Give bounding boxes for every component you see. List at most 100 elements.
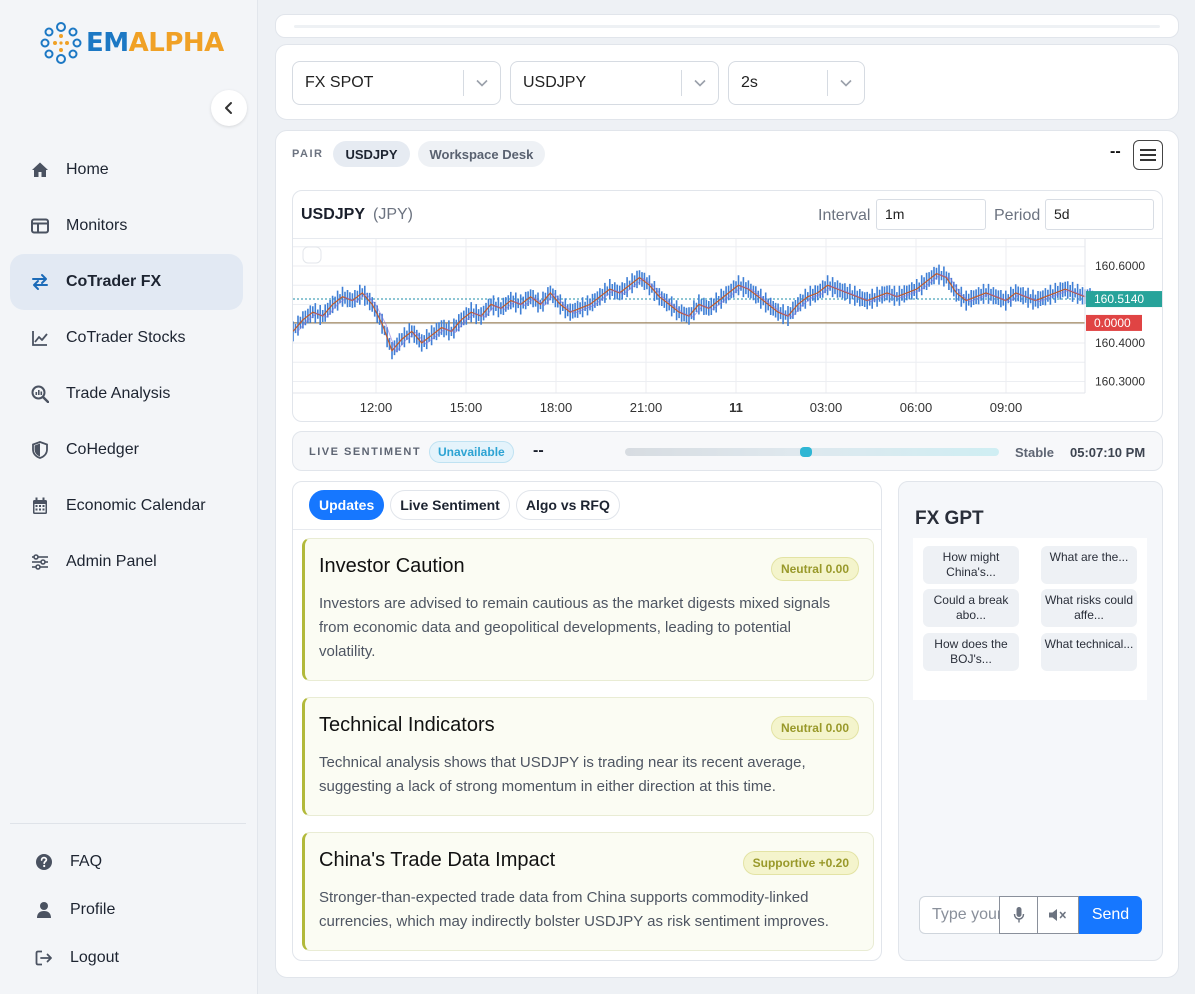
tab-live-sentiment[interactable]: Live Sentiment [390,490,510,520]
chevron-left-icon [225,102,232,114]
sidebar-item-trade-analysis[interactable]: Trade Analysis [10,366,243,422]
sidebar-item-label: Profile [70,901,116,918]
gpt-question-input[interactable]: Type your question [919,896,1000,934]
sentiment-gauge-marker [800,447,812,457]
mute-button[interactable] [1037,896,1079,934]
workspace-chip[interactable]: Workspace Desk [417,141,546,167]
sentiment-badge: Neutral 0.00 [770,716,859,740]
x-tick-label: 11 [729,400,743,415]
suggestion-chip[interactable]: What are the... [1041,546,1137,584]
chart-interval-input[interactable]: 1m [876,199,986,230]
sentiment-badge: Supportive +0.20 [742,851,859,875]
period-label: Period [994,207,1041,224]
shield-icon [30,440,50,460]
home-icon [30,160,50,180]
sidebar-item-cotrader-stocks[interactable]: CoTrader Stocks [10,310,243,366]
suggestion-chip[interactable]: How might China's... [923,546,1019,584]
x-tick-label: 12:00 [360,400,393,415]
chart-toggle-checkbox[interactable] [302,246,322,264]
sidebar-item-home[interactable]: Home [10,142,243,198]
tab-updates[interactable]: Updates [309,490,385,520]
update-body: Investors are advised to remain cautious… [319,595,831,660]
x-tick-label: 15:00 [450,400,483,415]
sliders-icon [30,552,50,572]
microphone-icon [1013,907,1024,923]
pair-chip[interactable]: USDJPY [333,141,410,167]
sidebar-item-profile[interactable]: Profile [22,886,242,934]
update-card: China's Trade Data Impact Supportive +0.… [302,832,874,951]
x-tick-label: 21:00 [630,400,663,415]
sidebar-item-label: Trade Analysis [66,385,171,402]
sidebar: EMALPHA Home Monitors CoTrader FX CoTrad… [0,0,258,994]
collapse-sidebar-button[interactable] [211,90,247,126]
y-tick-label: 160.3000 [1095,374,1145,388]
price-chart: USDJPY (JPY) Interval 1m Period 5d 12:00… [292,190,1163,422]
sidebar-item-monitors[interactable]: Monitors [10,198,243,254]
suggestion-chip[interactable]: What technical... [1041,633,1137,671]
chevron-down-icon [682,79,718,87]
logout-icon [34,948,54,968]
pair-row: PAIR USDJPY Workspace Desk [292,141,553,167]
sidebar-divider [10,823,246,824]
monitor-icon [30,216,50,236]
chart-period-input[interactable]: 5d [1045,199,1154,230]
pair-select[interactable]: USDJPY [510,61,719,105]
sidebar-item-cotrader-fx[interactable]: CoTrader FX [10,254,243,310]
question-icon [34,852,54,872]
update-card: Investor Caution Neutral 0.00 Investors … [302,538,874,681]
logo[interactable]: EMALPHA [40,22,224,64]
sidebar-item-label: CoHedger [66,441,139,458]
chart-header: USDJPY (JPY) Interval 1m Period 5d [293,191,1162,239]
hamburger-menu-button[interactable] [1133,140,1163,170]
tab-algo-vs-rfq[interactable]: Algo vs RFQ [515,490,620,520]
suggestion-chip[interactable]: How does the BOJ's... [923,633,1019,671]
y-tick-label: 160.4000 [1095,336,1145,350]
sidebar-item-label: CoTrader FX [66,273,162,290]
chart-canvas[interactable]: 12:00 15:00 18:00 21:00 11 03:00 06:00 09:00 160… [293,239,1163,422]
chevron-down-icon [828,79,864,87]
sentiment-value: -- [533,442,544,459]
update-card-list[interactable]: Investor Caution Neutral 0.00 Investors … [302,538,874,960]
logo-text: EMALPHA [86,28,224,58]
sidebar-item-cohedger[interactable]: CoHedger [10,422,243,478]
sidebar-item-economic-calendar[interactable]: Economic Calendar [10,478,243,534]
line-chart-icon [30,328,50,348]
sidebar-bottom-nav: FAQ Profile Logout [22,838,242,982]
sidebar-item-label: FAQ [70,853,103,870]
x-tick-label: 09:00 [990,400,1023,415]
sidebar-item-label: CoTrader Stocks [66,329,186,346]
update-body: Technical analysis shows that USDJPY is … [319,754,806,795]
updates-panel: Updates Live Sentiment Algo vs RFQ Inves… [292,481,882,961]
menu-icon [1140,149,1156,151]
user-icon [34,900,54,920]
sidebar-item-label: Economic Calendar [66,497,206,514]
sidebar-item-faq[interactable]: FAQ [22,838,242,886]
market-select[interactable]: FX SPOT [292,61,501,105]
interval-select-value: 2s [741,74,758,91]
microphone-button[interactable] [999,896,1038,934]
logo-mark-icon [40,22,82,64]
selector-card: FX SPOT USDJPY 2s [275,44,1179,120]
sidebar-nav: Home Monitors CoTrader FX CoTrader Stock… [10,142,243,590]
update-card: Technical Indicators Neutral 0.00 Techni… [302,697,874,816]
chevron-down-icon [464,79,500,87]
sidebar-item-admin-panel[interactable]: Admin Panel [10,534,243,590]
update-body: Stronger-than-expected trade data from C… [319,889,829,930]
interval-label: Interval [818,207,871,224]
y-tick-label: 160.6000 [1095,259,1145,273]
send-button[interactable]: Send [1079,896,1142,934]
magnify-chart-icon [30,384,50,404]
suggestion-chip[interactable]: What risks could affe... [1041,589,1137,627]
fx-gpt-title: FX GPT [915,508,984,529]
suggestion-grid: How might China's... What are the... Cou… [913,538,1147,700]
sentiment-badge: Neutral 0.00 [770,557,859,581]
suggestion-chip[interactable]: Could a break abo... [923,589,1019,627]
sidebar-item-label: Logout [70,949,119,966]
sentiment-status-badge: Unavailable [429,441,514,463]
main-card: PAIR USDJPY Workspace Desk -- USDJPY (JP… [275,130,1179,978]
updates-tabs: Updates Live Sentiment Algo vs RFQ [309,490,620,520]
interval-select[interactable]: 2s [728,61,865,105]
speaker-mute-icon [1049,909,1066,921]
sidebar-item-logout[interactable]: Logout [22,934,242,982]
zero-tag: 0.0000 [1094,316,1131,330]
